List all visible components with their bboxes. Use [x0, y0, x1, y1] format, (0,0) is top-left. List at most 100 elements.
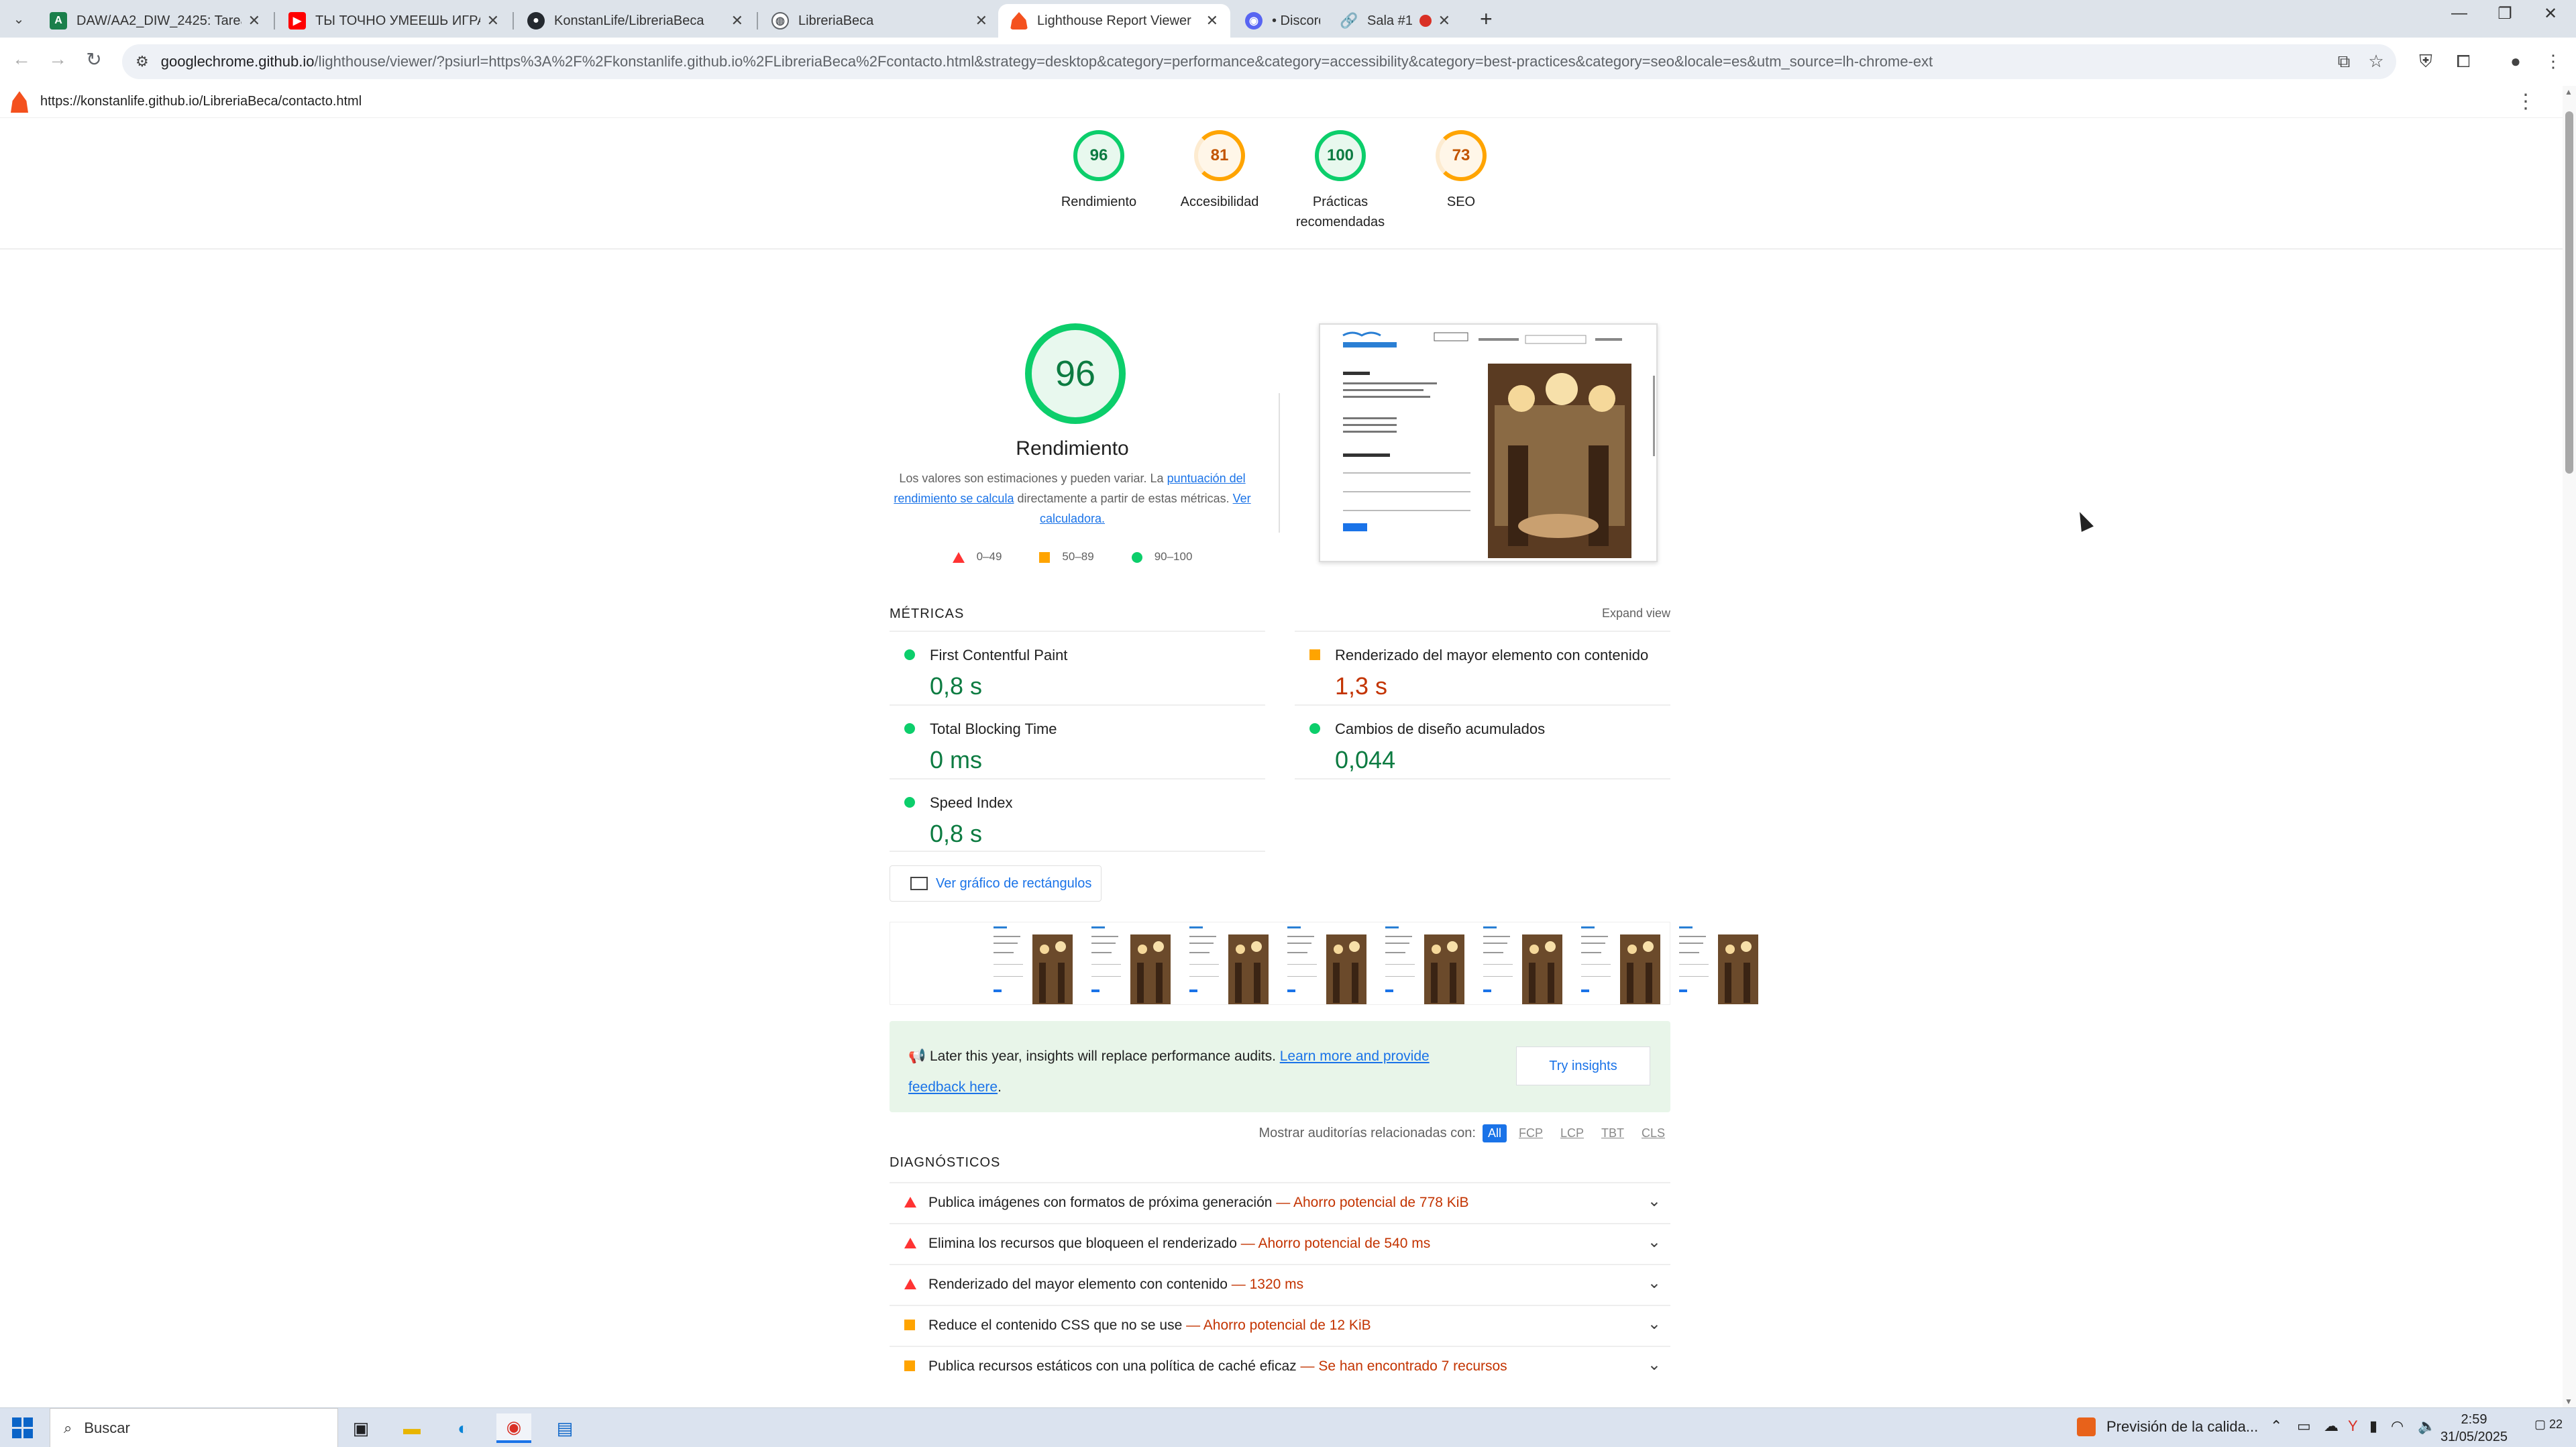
close-tab-icon[interactable]: ✕	[975, 12, 987, 30]
score-ring: 73	[1436, 130, 1487, 181]
address-bar[interactable]: ⚙ googlechrome.github.io/lighthouse/view…	[122, 44, 2396, 79]
gauge-label: Accesibilidad	[1180, 195, 1259, 209]
filter-cls[interactable]: CLS	[1636, 1124, 1670, 1142]
close-tab-icon[interactable]: ✕	[731, 12, 743, 30]
pass-circle-icon	[904, 649, 915, 660]
back-button[interactable]: ←	[8, 48, 35, 70]
bookmark-star-icon[interactable]: ☆	[2363, 51, 2390, 72]
youtube-icon: ▶	[288, 12, 306, 30]
air-quality-icon	[2077, 1417, 2096, 1436]
profile-avatar[interactable]: ●	[2502, 51, 2529, 72]
metric-value: 0,8 s	[930, 672, 983, 700]
filter-label: Mostrar auditorías relacionadas con:	[1258, 1126, 1476, 1140]
network-icon[interactable]: ▭	[2297, 1417, 2311, 1435]
minimize-button[interactable]: —	[2439, 4, 2479, 23]
chevron-down-icon[interactable]: ⌄	[1648, 1314, 1661, 1334]
moodle-icon: A	[50, 12, 67, 30]
sticky-score-header: 96 Rendimiento 81 Accesibilidad 100 Prác…	[0, 118, 2563, 250]
scrollbar-thumb[interactable]	[2565, 111, 2573, 474]
report-url[interactable]: https://konstanlife.github.io/LibreriaBe…	[40, 94, 362, 109]
tab-moodle[interactable]: A DAW/AA2_DIW_2425: Tarea onl ✕	[38, 4, 272, 38]
gauge-best-practices[interactable]: 100 Prácticas recomendadas	[1280, 130, 1401, 232]
windows-start-icon[interactable]	[12, 1417, 34, 1439]
audit-item[interactable]: Renderizado del mayor elemento con conte…	[890, 1264, 1670, 1305]
expand-view-toggle[interactable]: Expand view	[1602, 606, 1670, 621]
gauge-performance[interactable]: 96 Rendimiento	[1038, 130, 1159, 212]
gauge-accessibility[interactable]: 81 Accesibilidad	[1159, 130, 1280, 212]
audit-item[interactable]: Publica imágenes con formatos de próxima…	[890, 1182, 1670, 1223]
weather-widget[interactable]: Previsión de la calida...	[2077, 1417, 2258, 1436]
metric-name: Renderizado del mayor elemento con conte…	[1335, 647, 1649, 663]
tab-youtube[interactable]: ▶ ТЫ ТОЧНО УМЕЕШЬ ИГРАТЬ В ✕	[276, 4, 511, 38]
lighthouse-logo-icon	[11, 91, 28, 113]
filter-fcp[interactable]: FCP	[1513, 1124, 1548, 1142]
site-info-icon[interactable]: ⚙	[136, 53, 149, 70]
task-view-icon[interactable]: ▣	[343, 1413, 378, 1443]
system-clock[interactable]: 2:59 31/05/2025	[2434, 1411, 2514, 1446]
treemap-button[interactable]: Ver gráfico de rectángulos	[890, 865, 1102, 902]
tab-title: • Discord | (	[1272, 13, 1320, 28]
shield-extension-icon[interactable]: ⛨	[2412, 51, 2439, 72]
taskbar-search[interactable]: ⌕ Buscar	[50, 1408, 338, 1447]
yandex-icon[interactable]: Y	[2348, 1417, 2358, 1435]
extensions-icon[interactable]: ⧠	[2450, 51, 2477, 72]
filter-lcp[interactable]: LCP	[1555, 1124, 1589, 1142]
forward-button[interactable]: →	[44, 48, 71, 70]
mouse-cursor	[2074, 509, 2094, 532]
chevron-down-icon[interactable]: ⌄	[1648, 1273, 1661, 1293]
filter-tbt[interactable]: TBT	[1596, 1124, 1629, 1142]
metric-tbt: Total Blocking Time 0 ms	[890, 704, 1265, 778]
chevron-down-icon[interactable]: ⌄	[1648, 1355, 1661, 1375]
try-insights-button[interactable]: Try insights	[1516, 1047, 1650, 1085]
page-scrollbar[interactable]: ▲ ▼	[2563, 86, 2576, 1407]
reload-button[interactable]: ↻	[80, 48, 107, 70]
close-tab-icon[interactable]: ✕	[1438, 12, 1450, 30]
score-ring: 81	[1194, 130, 1245, 181]
url-host: googlechrome.github.io	[160, 53, 315, 70]
average-square-icon	[904, 1320, 915, 1330]
file-explorer-icon[interactable]: ▬	[394, 1413, 429, 1443]
tab-title: ТЫ ТОЧНО УМЕЕШЬ ИГРАТЬ В	[315, 13, 480, 28]
filmstrip-frame	[1481, 922, 1565, 1004]
gauge-label: Prácticas recomendadas	[1295, 195, 1385, 229]
close-window-button[interactable]: ✕	[2530, 4, 2571, 23]
audit-item[interactable]: Reduce el contenido CSS que no se use — …	[890, 1305, 1670, 1346]
close-tab-icon[interactable]: ✕	[487, 12, 499, 30]
final-screenshot[interactable]	[1319, 323, 1658, 562]
vscode-icon[interactable]: ▤	[547, 1413, 582, 1443]
tab-lighthouse[interactable]: Lighthouse Report Viewer ✕	[998, 4, 1230, 38]
chevron-down-icon[interactable]: ⌄	[1648, 1232, 1661, 1252]
close-tab-icon[interactable]: ✕	[248, 12, 260, 30]
chrome-icon[interactable]: ◉	[496, 1413, 531, 1443]
filmstrip-frame	[1285, 922, 1369, 1004]
search-icon: ⌕	[64, 1419, 72, 1436]
chrome-menu-icon[interactable]: ⋮	[2540, 51, 2567, 72]
tab-libreriabeca[interactable]: ◍ LibreriaBeca ✕	[759, 4, 1000, 38]
audit-item[interactable]: Publica recursos estáticos con una polít…	[890, 1346, 1670, 1387]
tab-search-chevron-icon[interactable]: ⌄	[7, 7, 31, 31]
close-tab-icon[interactable]: ✕	[1206, 12, 1218, 30]
show-hidden-icons-icon[interactable]: ⌃	[2270, 1417, 2282, 1435]
metric-divider	[1295, 778, 1670, 780]
tools-menu-icon[interactable]: ⋮	[2516, 90, 2536, 113]
filter-all[interactable]: All	[1482, 1124, 1507, 1142]
audit-item[interactable]: Elimina los recursos que bloqueen el ren…	[890, 1223, 1670, 1264]
fail-triangle-icon	[904, 1197, 916, 1208]
restore-button[interactable]: ❐	[2485, 4, 2525, 23]
notification-center-icon[interactable]: ▢ 22	[2534, 1417, 2563, 1432]
pass-circle-icon	[904, 797, 915, 808]
tab-sala[interactable]: 🔗 Sala #1 | ✕	[1328, 4, 1462, 38]
battery-icon[interactable]: ▮	[2369, 1417, 2377, 1435]
tab-discord[interactable]: ◉ • Discord | (	[1233, 4, 1332, 38]
install-app-icon[interactable]: ⧉	[2330, 51, 2357, 72]
metric-cls: Cambios de diseño acumulados 0,044	[1295, 704, 1670, 778]
gauge-seo[interactable]: 73 SEO	[1401, 130, 1521, 212]
wifi-icon[interactable]: ◠	[2391, 1417, 2404, 1435]
treemap-icon	[910, 877, 928, 890]
new-tab-button[interactable]: +	[1480, 7, 1493, 32]
cloud-icon[interactable]: ☁	[2324, 1417, 2339, 1435]
tab-github[interactable]: ● KonstanLife/LibreriaBeca ✕	[515, 4, 755, 38]
edge-icon[interactable]: ◐	[445, 1413, 480, 1443]
metric-name: Cambios de diseño acumulados	[1335, 720, 1546, 737]
chevron-down-icon[interactable]: ⌄	[1648, 1191, 1661, 1211]
